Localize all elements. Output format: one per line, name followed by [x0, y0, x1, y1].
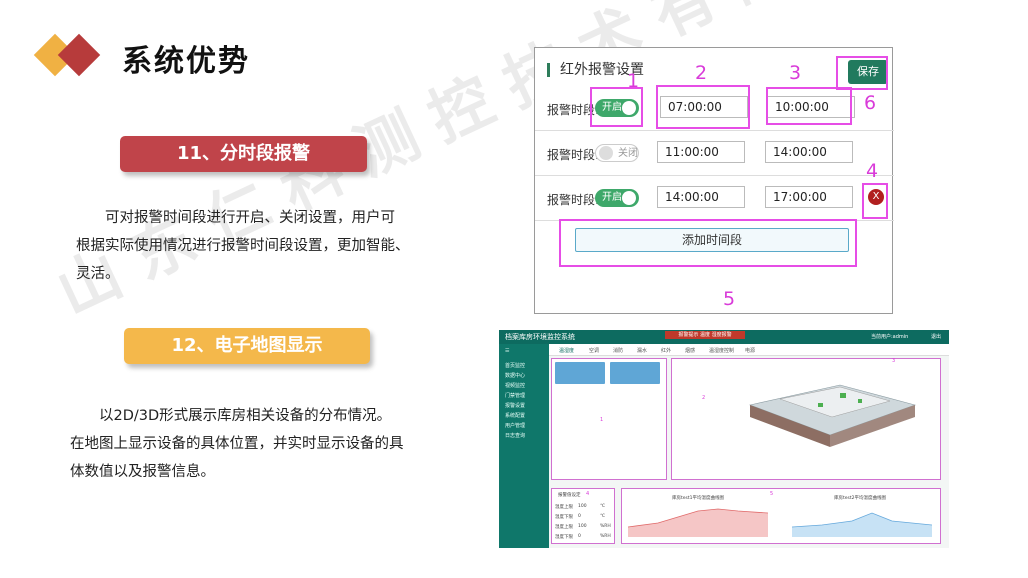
annotation-box-start	[656, 85, 750, 129]
chart-title-right: 库房test2平均温度曲线图	[834, 496, 887, 501]
current-user: 当前用户:admin	[871, 334, 909, 340]
row-label: 报警时段:	[547, 193, 600, 207]
left-temperature-chart	[628, 508, 768, 537]
panel-marker-4: 4	[586, 491, 590, 497]
right-temperature-chart	[792, 512, 932, 537]
chart-title-left: 库房test1平均温度曲线图	[672, 496, 725, 501]
desc-line: 在地图上显示设备的具体位置，并实时显示设备的具	[70, 436, 404, 452]
annotation-box-save	[836, 56, 888, 90]
sidebar-item[interactable]: 系统配置	[505, 412, 525, 419]
marker-2: 2	[695, 62, 708, 84]
dashboard-sidebar: ☰ 首页监控 数据中心 视频监控 门禁管理 报警设置 系统配置 用户管理 日志查…	[499, 344, 549, 548]
marker-5: 5	[723, 288, 736, 310]
tab[interactable]: 漏水	[637, 347, 647, 354]
sidebar-item[interactable]: 视频监控	[505, 382, 525, 389]
device-card[interactable]	[610, 362, 660, 384]
dashboard-title: 档案库房环境监控系统	[505, 333, 575, 341]
setting-label: 温度下限	[555, 515, 573, 520]
dashboard-tabs: 温湿度 空调 消防 漏水 红外 烟感 温湿度控制 电源	[549, 344, 949, 356]
setting-unit: ℃	[600, 514, 606, 519]
sidebar-item[interactable]: 用户管理	[505, 422, 525, 429]
panel-marker-3: 3	[892, 358, 896, 364]
sidebar-item[interactable]: 报警设置	[505, 402, 525, 409]
dashboard-screenshot: 档案库房环境监控系统 报警提示 温度 湿度报警 当前用户:admin 退出 ☰ …	[499, 330, 949, 548]
3d-map-panel: 2 3	[671, 358, 941, 480]
annotation-box-add	[559, 219, 857, 267]
annotation-box-delete	[862, 183, 888, 219]
menu-icon[interactable]: ☰	[505, 348, 509, 354]
alert-banner: 报警提示 温度 湿度报警	[665, 331, 745, 339]
desc-line: 灵活。	[76, 266, 120, 282]
start-time-input[interactable]: 11:00:00	[657, 141, 745, 163]
annotation-box-end	[766, 87, 852, 125]
marker-6: 6	[864, 92, 877, 114]
setting-unit: %RH	[600, 534, 611, 539]
setting-value[interactable]: 0	[578, 534, 581, 539]
period-toggle[interactable]: 关闭	[595, 144, 639, 162]
setting-label: 湿度上限	[555, 525, 573, 530]
temperature-charts-panel: 库房test1平均温度曲线图 库房test2平均温度曲线图 5	[621, 488, 941, 544]
row-label: 报警时段:	[547, 148, 600, 162]
toggle-label: 开启	[602, 192, 622, 203]
end-time-input[interactable]: 14:00:00	[765, 141, 853, 163]
setting-label: 湿度下限	[555, 535, 573, 540]
warehouse-3d-illustration	[748, 384, 917, 447]
panel-marker-1: 1	[600, 417, 604, 423]
setting-label: 温度上限	[555, 505, 573, 510]
dashboard-header: 档案库房环境监控系统 报警提示 温度 湿度报警 当前用户:admin 退出	[499, 330, 949, 344]
red-diamond-icon	[57, 33, 101, 77]
feature-11-badge: 11、分时段报警	[120, 136, 367, 172]
desc-line: 体数值以及报警信息。	[70, 464, 215, 480]
tab[interactable]: 消防	[613, 347, 623, 354]
toggle-knob	[599, 146, 613, 160]
device-card[interactable]	[555, 362, 605, 384]
marker-1: 1	[627, 70, 640, 92]
desc-line: 根据实际使用情况进行报警时间段设置，更加智能、	[76, 238, 410, 254]
setting-unit: %RH	[600, 524, 611, 529]
alarm-threshold-panel: 报警值设定 温度上限 100 ℃ 温度下限 0 ℃ 湿度上限 100 %RH 湿…	[551, 488, 615, 544]
feature-12-badge: 12、电子地图显示	[124, 328, 370, 364]
desc-line: 以2D/3D形式展示库房相关设备的分布情况。	[99, 408, 392, 424]
feature-11-description: 可对报警时间段进行开启、关闭设置，用户可 根据实际使用情况进行报警时间段设置，更…	[76, 204, 421, 288]
start-time-input[interactable]: 14:00:00	[657, 186, 745, 208]
sidebar-item[interactable]: 首页监控	[505, 362, 525, 369]
logout-link[interactable]: 退出	[931, 333, 941, 340]
tab[interactable]: 空调	[589, 347, 599, 354]
tab[interactable]: 温湿度控制	[709, 347, 734, 354]
marker-4: 4	[866, 160, 879, 182]
desc-line: 可对报警时间段进行开启、关闭设置，用户可	[105, 210, 395, 226]
annotation-box-toggle	[590, 87, 643, 127]
setting-unit: ℃	[600, 504, 606, 509]
period-toggle[interactable]: 开启	[595, 189, 639, 207]
panel-marker-2: 2	[702, 395, 706, 401]
sidebar-item[interactable]: 数据中心	[505, 372, 525, 379]
sidebar-item[interactable]: 门禁管理	[505, 392, 525, 399]
setting-value[interactable]: 100	[578, 504, 587, 509]
tab[interactable]: 电源	[745, 347, 755, 354]
row-divider	[535, 130, 894, 131]
row-divider	[535, 175, 894, 176]
page-title: 系统优势	[122, 44, 250, 79]
setting-value[interactable]: 0	[578, 514, 581, 519]
toggle-knob	[622, 191, 636, 205]
device-list-panel: 1	[551, 358, 667, 480]
feature-12-description: 以2D/3D形式展示库房相关设备的分布情况。 在地图上显示设备的具体位置，并实时…	[70, 402, 420, 486]
marker-3: 3	[789, 62, 802, 84]
end-time-input[interactable]: 17:00:00	[765, 186, 853, 208]
panel-marker-5: 5	[770, 491, 774, 497]
tab[interactable]: 温湿度	[559, 347, 574, 354]
sidebar-item[interactable]: 日志查询	[505, 432, 525, 439]
toggle-label: 关闭	[618, 148, 638, 159]
tab[interactable]: 烟感	[685, 347, 695, 354]
settings-title: 报警值设定	[558, 493, 581, 498]
tab[interactable]: 红外	[661, 347, 671, 354]
setting-value[interactable]: 100	[578, 524, 587, 529]
